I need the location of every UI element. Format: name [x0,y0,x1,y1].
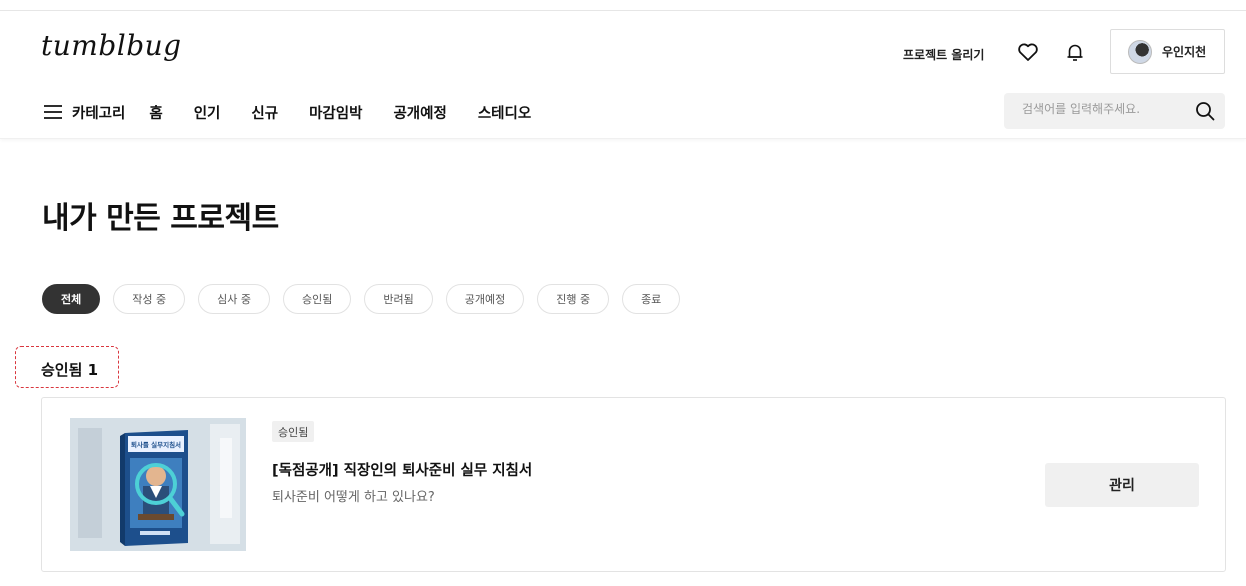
project-subtitle: 퇴사준비 어떻게 하고 있나요? [272,490,435,505]
status-badge: 승인됨 [272,421,315,442]
filter-chip-rejected[interactable]: 반려됨 [364,284,433,314]
bell-icon[interactable] [1063,40,1087,64]
nav-item-upcoming[interactable]: 공개예정 [393,102,446,123]
main-nav: 카테고리 홈 인기 신규 마감임박 공개예정 스테디오 [44,100,562,124]
nav-item-category[interactable]: 카테고리 [72,102,125,123]
manage-button[interactable]: 관리 [1045,463,1199,507]
filter-chip-ongoing[interactable]: 진행 중 [537,284,610,314]
filter-chip-all[interactable]: 전체 [42,284,101,314]
filter-chip-drafting[interactable]: 작성 중 [113,284,186,314]
section-label-box: 승인됨 1 [15,346,119,388]
profile-name: 우인지천 [1162,45,1207,59]
logo[interactable]: tumblbug [41,29,182,62]
search-icon[interactable] [1195,101,1215,121]
project-card[interactable]: 퇴사를 실무지침서 승인됨 [독점공개] 직장인의 퇴사준비 실무 지침서 퇴사… [41,397,1226,572]
upload-project-link[interactable]: 프로젝트 올리기 [903,46,984,63]
avatar [1128,39,1152,64]
filter-chip-upcoming[interactable]: 공개예정 [445,284,525,314]
project-title[interactable]: [독점공개] 직장인의 퇴사준비 실무 지침서 [272,459,532,480]
heart-icon[interactable] [1016,40,1040,64]
nav-item-closing-soon[interactable]: 마감임박 [309,102,362,123]
filter-chip-reviewing[interactable]: 심사 중 [198,284,270,314]
site-header: tumblbug 프로젝트 올리기 우인지천 카테고리 홈 인기 신규 마감임박… [0,11,1246,139]
nav-item-popular[interactable]: 인기 [194,102,221,123]
status-filter-tabs: 전체 작성 중 심사 중 승인됨 반려됨 공개예정 진행 중 종료 [42,284,681,314]
page-title: 내가 만든 프로젝트 [42,201,279,236]
thumbnail-book-title: 퇴사를 실무지침서 [131,440,181,449]
hamburger-menu-icon[interactable] [44,105,62,119]
filter-chip-approved[interactable]: 승인됨 [282,284,352,314]
nav-item-new[interactable]: 신규 [251,102,278,123]
filter-chip-ended[interactable]: 종료 [622,284,681,314]
search-box [1004,93,1225,129]
project-thumbnail[interactable]: 퇴사를 실무지침서 [70,418,246,551]
section-heading: 승인됨 1 [41,361,99,379]
search-input[interactable] [1022,102,1182,116]
profile-button[interactable]: 우인지천 [1110,29,1225,74]
nav-item-home[interactable]: 홈 [149,102,162,123]
nav-item-studio[interactable]: 스테디오 [478,102,531,123]
